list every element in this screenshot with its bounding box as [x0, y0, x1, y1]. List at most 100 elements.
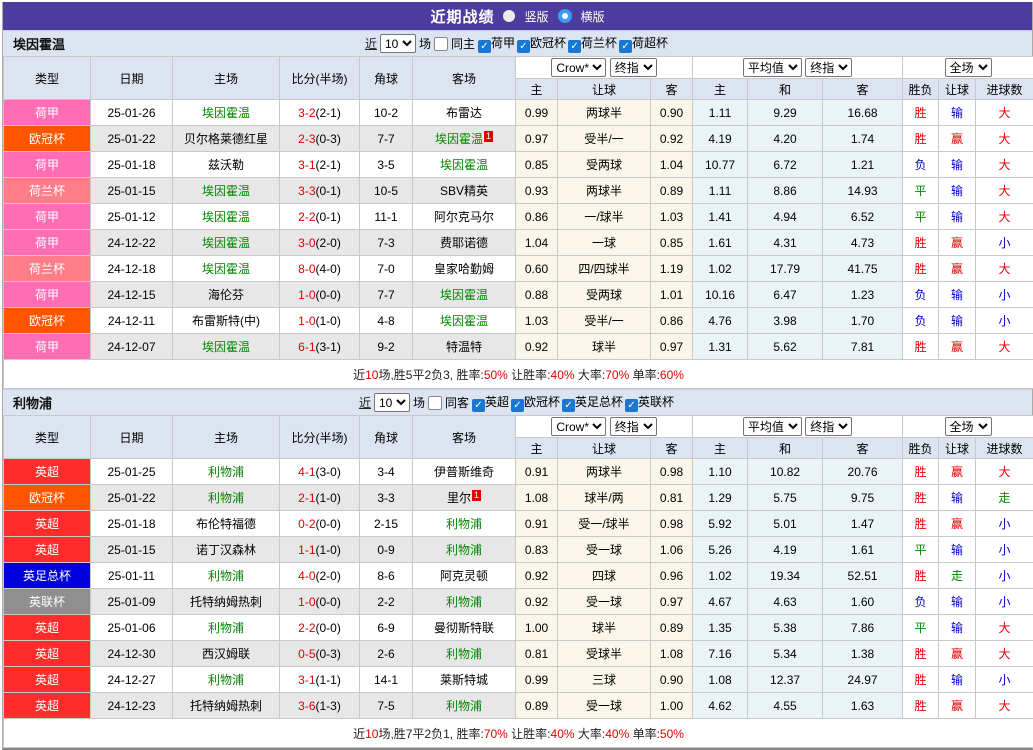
away-team-cell: 阿克灵顿 — [413, 563, 516, 589]
team-name[interactable]: 埃因霍温 — [202, 184, 250, 198]
team-name[interactable]: 海伦芬 — [208, 288, 244, 302]
checkbox-checked-icon[interactable]: ✓ — [517, 40, 530, 53]
half-time-score: (3-0) — [316, 465, 341, 479]
result-goals: 小 — [976, 308, 1033, 334]
league-filter[interactable]: ✓英足总杯 — [562, 395, 625, 409]
team-name[interactable]: 利物浦 — [446, 543, 482, 557]
red-card-badge: 1 — [472, 490, 481, 501]
scope-select[interactable]: 全场 — [945, 417, 992, 436]
team-name[interactable]: 皇家哈勤姆 — [434, 262, 494, 276]
league-filter[interactable]: ✓欧冠杯 — [517, 36, 568, 50]
checkbox-checked-icon[interactable]: ✓ — [568, 40, 581, 53]
team-name[interactable]: 埃因霍温 — [202, 106, 250, 120]
league-filter[interactable]: ✓英超 — [472, 395, 511, 409]
league-filter[interactable]: ✓荷超杯 — [619, 36, 670, 50]
column-header: 客场 — [413, 57, 516, 100]
league-filter[interactable]: ✓荷兰杯 — [568, 36, 619, 50]
scope-select[interactable]: 全场 — [945, 58, 992, 77]
team-name[interactable]: 托特纳姆热刺 — [190, 595, 262, 609]
half-time-score: (1-0) — [316, 491, 341, 505]
checkbox-checked-icon[interactable]: ✓ — [478, 40, 491, 53]
checkbox-checked-icon[interactable]: ✓ — [562, 399, 575, 412]
half-time-score: (0-0) — [316, 595, 341, 609]
team-name[interactable]: 布雷斯特(中) — [192, 314, 260, 328]
team-name[interactable]: 阿尔克马尔 — [434, 210, 494, 224]
recent-link[interactable]: 近 — [365, 35, 377, 52]
full-time-score: 2-2 — [298, 210, 315, 224]
team-name[interactable]: 西汉姆联 — [202, 647, 250, 661]
team-name[interactable]: 托特纳姆热刺 — [190, 699, 262, 713]
team-name[interactable]: 埃因霍温 — [440, 314, 488, 328]
team-name[interactable]: 利物浦 — [208, 491, 244, 505]
league-filter[interactable]: ✓欧冠杯 — [511, 395, 562, 409]
odds-kind-select[interactable]: 终指 — [610, 417, 657, 436]
half-time-score: (0-1) — [316, 184, 341, 198]
recent-link[interactable]: 近 — [359, 394, 371, 411]
checkbox-checked-icon[interactable]: ✓ — [472, 399, 485, 412]
summary-stat-value: 10 — [365, 727, 378, 741]
column-header: 让球 — [558, 79, 651, 100]
avg-kind-select[interactable]: 终指 — [805, 58, 852, 77]
checkbox-checked-icon[interactable]: ✓ — [625, 399, 638, 412]
avg-home: 7.16 — [693, 641, 748, 667]
full-time-score: 2-1 — [298, 491, 315, 505]
away-team-cell: 阿尔克马尔 — [413, 204, 516, 230]
team-name[interactable]: 埃因霍温 — [202, 236, 250, 250]
radio-vertical-layout[interactable] — [503, 10, 515, 22]
checkbox-checked-icon[interactable]: ✓ — [619, 40, 632, 53]
summary-stat-value: 10 — [365, 368, 378, 382]
team-name[interactable]: 诺丁汉森林 — [196, 543, 256, 557]
team-name[interactable]: SBV精英 — [440, 184, 488, 198]
corner-count: 3-5 — [360, 152, 413, 178]
team-name[interactable]: 埃因霍温 — [440, 158, 488, 172]
team-name[interactable]: 利物浦 — [446, 647, 482, 661]
handicap: 两球半 — [558, 459, 651, 485]
league-filter[interactable]: ✓荷甲 — [478, 36, 517, 50]
team-name[interactable]: 埃因霍温 — [435, 132, 483, 146]
handicap: 受一球 — [558, 537, 651, 563]
league-badge: 荷兰杯 — [4, 178, 91, 204]
team-name[interactable]: 里尔 — [447, 491, 471, 505]
full-time-score: 3-1 — [298, 673, 315, 687]
team-name[interactable]: 利物浦 — [208, 621, 244, 635]
team-name[interactable]: 利物浦 — [208, 673, 244, 687]
team-name[interactable]: 埃因霍温 — [202, 262, 250, 276]
team-name[interactable]: 利物浦 — [446, 595, 482, 609]
team-name[interactable]: 利物浦 — [446, 699, 482, 713]
team-name[interactable]: 埃因霍温 — [202, 210, 250, 224]
team-name[interactable]: 布雷达 — [446, 106, 482, 120]
radio-horizontal-layout[interactable] — [558, 9, 572, 23]
checkbox-checked-icon[interactable]: ✓ — [511, 399, 524, 412]
scope-select-cell: 全场 — [903, 416, 1033, 438]
avg-away: 20.76 — [823, 459, 903, 485]
team-name[interactable]: 利物浦 — [446, 517, 482, 531]
odds-company-select[interactable]: Crow* — [551, 58, 606, 77]
team-name[interactable]: 利物浦 — [208, 465, 244, 479]
team-name[interactable]: 埃因霍温 — [440, 288, 488, 302]
team-name[interactable]: 埃因霍温 — [202, 340, 250, 354]
team-name[interactable]: 特温特 — [446, 340, 482, 354]
odds-company-select[interactable]: Crow* — [551, 417, 606, 436]
league-filter[interactable]: ✓英联杯 — [625, 395, 676, 409]
team-name[interactable]: 伊普斯维奇 — [434, 465, 494, 479]
same-venue-checkbox[interactable] — [428, 396, 442, 410]
team-name[interactable]: 兹沃勒 — [208, 158, 244, 172]
team-name[interactable]: 利物浦 — [208, 569, 244, 583]
away-team-cell: 埃因霍温 — [413, 308, 516, 334]
avg-kind-select[interactable]: 终指 — [805, 417, 852, 436]
team-name[interactable]: 曼彻斯特联 — [434, 621, 494, 635]
avg-source-select[interactable]: 平均值 — [743, 417, 802, 436]
avg-away: 1.60 — [823, 589, 903, 615]
same-venue-label: 同客 — [445, 394, 469, 411]
team-name[interactable]: 贝尔格莱德红星 — [184, 132, 268, 146]
same-venue-checkbox[interactable] — [434, 37, 448, 51]
match-date: 24-12-23 — [91, 693, 173, 719]
team-name[interactable]: 布伦特福德 — [196, 517, 256, 531]
match-count-select[interactable]: 10 — [380, 34, 416, 53]
match-count-select[interactable]: 10 — [374, 393, 410, 412]
team-name[interactable]: 莱斯特城 — [440, 673, 488, 687]
team-name[interactable]: 费耶诺德 — [440, 236, 488, 250]
team-name[interactable]: 阿克灵顿 — [440, 569, 488, 583]
avg-source-select[interactable]: 平均值 — [743, 58, 802, 77]
odds-kind-select[interactable]: 终指 — [610, 58, 657, 77]
